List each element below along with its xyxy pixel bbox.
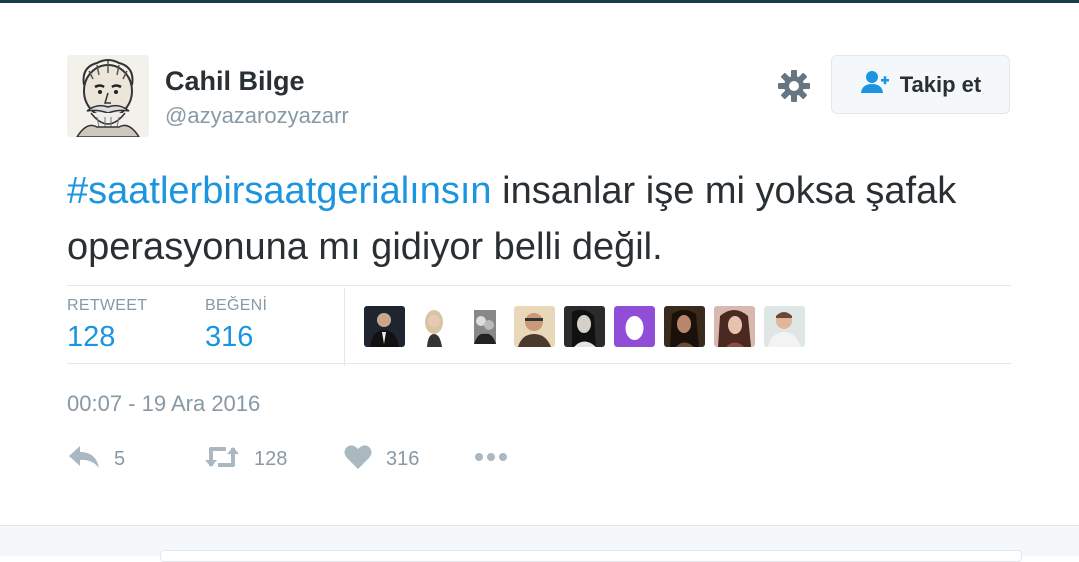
liker-avatar[interactable] <box>564 306 605 347</box>
stats-top-divider <box>67 285 1011 286</box>
reply-area <box>0 525 1079 562</box>
stats-bottom-divider <box>67 363 1011 364</box>
retweet-button[interactable]: 128 <box>204 441 287 477</box>
like-button[interactable]: 316 <box>344 441 419 477</box>
liker-avatar[interactable] <box>364 306 405 347</box>
add-user-icon <box>860 70 890 99</box>
liker-avatar[interactable] <box>464 306 505 347</box>
follow-button-label: Takip et <box>899 71 982 97</box>
liker-avatar[interactable] <box>664 306 705 347</box>
liker-avatar[interactable] <box>714 306 755 347</box>
gear-icon[interactable] <box>777 69 811 103</box>
liker-avatar[interactable] <box>414 306 455 347</box>
hashtag-link[interactable]: #saatlerbirsaatgerialınsın <box>67 170 492 212</box>
retweet-action-count: 128 <box>254 447 288 470</box>
reply-button[interactable]: 5 <box>68 441 125 477</box>
stats-separator <box>344 288 345 366</box>
more-button[interactable] <box>474 441 510 477</box>
follow-button[interactable]: Takip et <box>831 55 1010 114</box>
tweet-timestamp[interactable]: 00:07 - 19 Ara 2016 <box>67 391 260 417</box>
more-icon <box>474 450 510 469</box>
reply-icon <box>68 444 100 475</box>
retweet-stat[interactable]: RETWEET 128 <box>67 297 147 354</box>
retweet-stat-count: 128 <box>67 321 116 353</box>
user-name[interactable]: Cahil Bilge <box>165 66 305 97</box>
heart-icon <box>344 444 372 475</box>
avatar[interactable] <box>67 55 149 137</box>
like-action-count: 316 <box>386 447 420 470</box>
like-stat-label: BEĞENİ <box>205 297 268 314</box>
tweet-card: Cahil Bilge @azyazarozyazarr Takip et #s… <box>0 3 1079 525</box>
liker-avatar[interactable] <box>514 306 555 347</box>
user-handle[interactable]: @azyazarozyazarr <box>165 103 349 129</box>
liker-avatar[interactable] <box>764 306 805 347</box>
like-stat[interactable]: BEĞENİ 316 <box>205 297 267 354</box>
reply-count: 5 <box>114 447 126 470</box>
retweet-icon <box>204 444 240 475</box>
egg-avatar[interactable] <box>614 306 655 347</box>
like-stat-count: 316 <box>205 321 254 353</box>
likers-avatar-list <box>364 306 805 347</box>
reply-input-box[interactable] <box>160 550 1022 562</box>
tweet-text: #saatlerbirsaatgerialınsın insanlar işe … <box>67 163 1027 275</box>
retweet-stat-label: RETWEET <box>67 297 148 314</box>
